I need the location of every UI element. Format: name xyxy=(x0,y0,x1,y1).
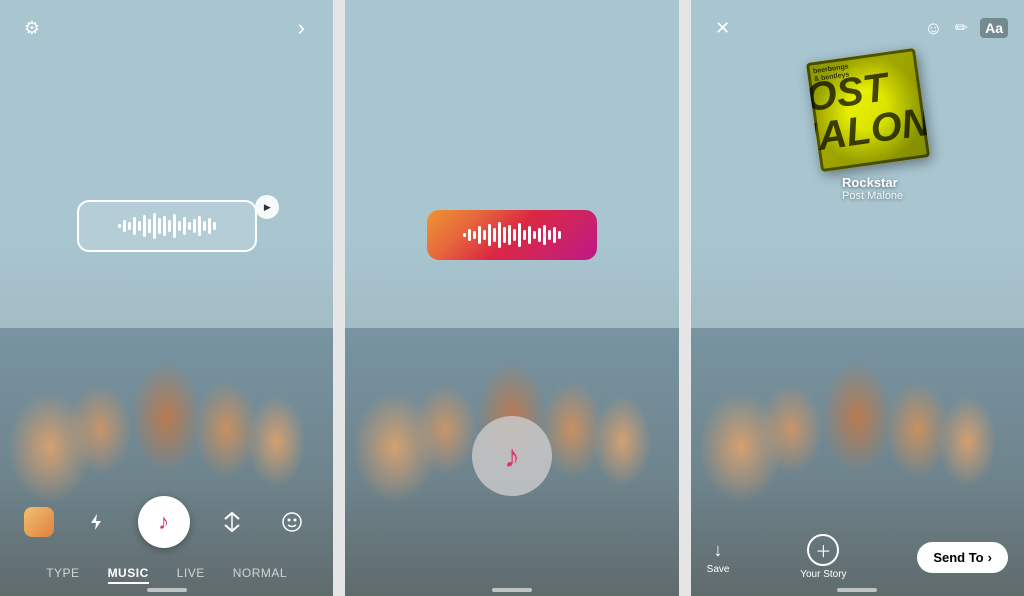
top-bar: ✕ ☺ ✏ Aa xyxy=(691,12,1024,44)
send-to-button[interactable]: Send To › xyxy=(917,542,1008,573)
wave-bar xyxy=(478,226,481,244)
wave-bar xyxy=(503,227,506,243)
divider-2 xyxy=(683,0,687,596)
tool-icons-row: ♪ xyxy=(0,496,333,548)
wave-bar xyxy=(213,222,216,230)
home-indicator xyxy=(492,588,532,592)
wave-bar xyxy=(543,225,546,245)
music-button[interactable]: ♪ xyxy=(138,496,190,548)
song-info: Rockstar Post Malone xyxy=(842,175,903,202)
wave-bar xyxy=(203,221,206,231)
wave-bar xyxy=(523,230,526,240)
wave-bar xyxy=(483,230,486,240)
wave-bar xyxy=(488,224,491,246)
tab-music[interactable]: MUSIC xyxy=(108,564,149,584)
play-button[interactable]: ▶ xyxy=(255,195,279,219)
music-sticker[interactable] xyxy=(77,200,257,252)
wave-bar xyxy=(528,226,531,244)
song-artist: Post Malone xyxy=(842,190,903,202)
wave-bar xyxy=(168,220,171,232)
your-story-label: Your Story xyxy=(800,569,846,580)
waveform xyxy=(463,220,561,250)
wave-bar xyxy=(558,231,561,239)
panel-camera-music: ⚙ › ▶ xyxy=(0,0,333,596)
send-to-label: Send To xyxy=(933,550,983,565)
wave-bar xyxy=(143,215,146,237)
tab-normal[interactable]: NORMAL xyxy=(233,564,287,584)
scene-overlay xyxy=(345,0,678,596)
your-story-button[interactable]: ＋ Your Story xyxy=(800,534,846,580)
draw-icon[interactable]: ✏ xyxy=(955,18,968,38)
wave-bar xyxy=(128,222,131,230)
tab-type[interactable]: TYPE xyxy=(46,564,79,584)
save-icon: ↓ xyxy=(714,540,723,561)
wave-bar xyxy=(508,225,511,245)
wave-bar xyxy=(153,213,156,239)
wave-bar xyxy=(553,227,556,243)
music-sticker-gradient[interactable] xyxy=(427,210,597,260)
wave-bar xyxy=(518,223,521,247)
wave-bar xyxy=(183,217,186,235)
save-button[interactable]: ↓ Save xyxy=(707,540,730,575)
wave-bar xyxy=(538,228,541,242)
wave-bar xyxy=(188,222,191,230)
music-play-circle[interactable]: ♪ xyxy=(472,416,552,496)
album-art: POSTMALONE beerbongs& bentleys xyxy=(806,48,930,172)
send-to-chevron: › xyxy=(988,550,992,565)
text-icon[interactable]: Aa xyxy=(980,18,1008,38)
wave-bar xyxy=(173,214,176,238)
save-label: Save xyxy=(707,564,730,575)
top-right-icons: ☺ ✏ Aa xyxy=(924,18,1008,39)
wave-bar xyxy=(468,229,471,241)
tab-bar: TYPE MUSIC LIVE NORMAL xyxy=(0,564,333,584)
close-icon[interactable]: ✕ xyxy=(707,12,739,44)
wave-bar xyxy=(123,220,126,232)
chevron-right-icon[interactable]: › xyxy=(285,12,317,44)
wave-bar xyxy=(178,221,181,231)
wave-bar xyxy=(463,233,466,237)
wave-bar xyxy=(498,222,501,248)
album-sticker[interactable]: POSTMALONE beerbongs& bentleys xyxy=(806,48,930,172)
wave-bar xyxy=(163,216,166,236)
your-story-icon: ＋ xyxy=(807,534,839,566)
flash-icon[interactable] xyxy=(78,504,114,540)
wave-bar xyxy=(148,219,151,233)
settings-icon[interactable]: ⚙ xyxy=(16,12,48,44)
wave-bar xyxy=(133,217,136,235)
gallery-icon[interactable] xyxy=(24,507,54,537)
wave-bar xyxy=(493,228,496,242)
music-note-icon: ♪ xyxy=(504,438,520,475)
bottom-action-bar: ↓ Save ＋ Your Story Send To › xyxy=(691,534,1024,580)
wave-bar xyxy=(138,221,141,231)
panel-sticker-added: ✕ ☺ ✏ Aa POSTMALONE beerbongs& bentleys … xyxy=(691,0,1024,596)
wave-bar xyxy=(533,231,536,239)
home-indicator xyxy=(837,588,877,592)
wave-bar xyxy=(473,231,476,239)
sticker-icon[interactable]: ☺ xyxy=(924,18,942,39)
divider-1 xyxy=(337,0,341,596)
song-title: Rockstar xyxy=(842,175,903,190)
panel-music-selected: ♪ xyxy=(345,0,678,596)
wave-bar xyxy=(158,218,161,234)
wave-bar xyxy=(193,219,196,233)
bottom-toolbar: ♪ TYPE MUSIC LIVE NORMAL xyxy=(0,496,333,596)
wave-bar xyxy=(118,224,121,228)
wave-bar xyxy=(198,216,201,236)
wave-bar xyxy=(208,218,211,234)
waveform xyxy=(118,211,216,241)
wave-bar xyxy=(513,229,516,241)
face-filter-icon[interactable] xyxy=(274,504,310,540)
tab-live[interactable]: LIVE xyxy=(177,564,205,584)
top-bar: ⚙ › xyxy=(0,12,333,44)
wave-bar xyxy=(548,230,551,240)
flip-icon[interactable] xyxy=(214,504,250,540)
